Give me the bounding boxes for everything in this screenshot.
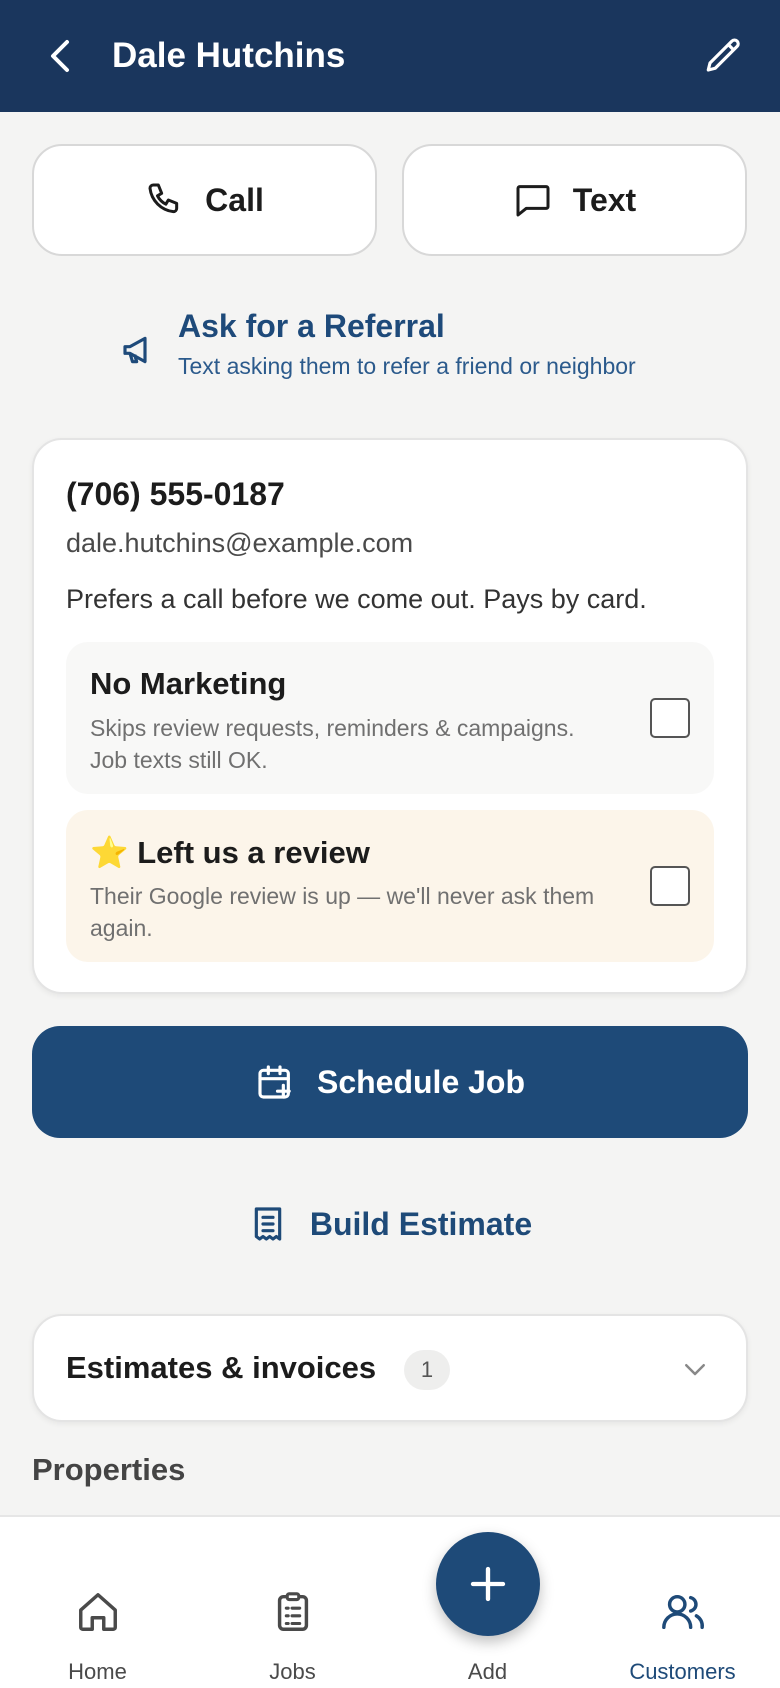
megaphone-icon <box>123 336 147 364</box>
tab-customers[interactable]: Customers <box>585 1517 780 1688</box>
chevron-down-icon <box>685 1364 705 1376</box>
clipboard-list-icon <box>277 1592 308 1631</box>
referral-title: Ask for a Referral <box>178 308 445 344</box>
build-estimate-button[interactable]: Build Estimate <box>0 1184 780 1264</box>
text-button[interactable]: Text <box>402 144 747 256</box>
contact-card: (706) 555-0187 dale.hutchins@example.com… <box>32 438 748 994</box>
chevron-left-icon <box>51 40 69 72</box>
no-marketing-option[interactable]: No Marketing Skips review requests, remi… <box>66 642 714 794</box>
bottom-tab-bar: Home Jobs Add Customers <box>0 1515 780 1688</box>
email-address[interactable]: dale.hutchins@example.com <box>66 528 413 559</box>
no-marketing-title: No Marketing <box>90 666 287 701</box>
tab-customers-label: Customers <box>629 1659 736 1684</box>
schedule-job-label: Schedule Job <box>316 1063 526 1100</box>
tab-jobs[interactable]: Jobs <box>195 1517 390 1688</box>
estimates-invoices-title: Estimates & invoices <box>66 1350 377 1385</box>
estimates-invoices-accordion[interactable]: Estimates & invoices 1 <box>32 1314 748 1422</box>
pencil-icon <box>706 38 740 72</box>
properties-heading: Properties <box>32 1452 186 1487</box>
edit-button[interactable] <box>700 32 748 80</box>
home-icon <box>78 1593 117 1631</box>
page-title: Dale Hutchins <box>112 36 346 75</box>
calendar-plus-icon <box>258 1065 291 1099</box>
tab-jobs-label: Jobs <box>269 1659 316 1684</box>
call-label: Call <box>205 181 264 218</box>
tab-home-label: Home <box>68 1659 127 1684</box>
users-icon <box>661 1594 704 1630</box>
back-button[interactable] <box>40 32 80 80</box>
left-review-title: ⭐ Left us a review <box>90 835 370 870</box>
phone-number[interactable]: (706) 555-0187 <box>66 476 285 513</box>
phone-icon <box>148 183 179 214</box>
left-review-option[interactable]: ⭐ Left us a review Their Google review i… <box>66 810 714 962</box>
tab-add-label: Add <box>467 1659 508 1684</box>
left-review-checkbox[interactable] <box>650 866 690 906</box>
app-bar: Dale Hutchins <box>0 0 780 112</box>
receipt-icon <box>254 1207 282 1241</box>
schedule-job-button[interactable]: Schedule Job <box>32 1026 748 1138</box>
text-label: Text <box>572 181 637 218</box>
plus-icon <box>470 1566 506 1602</box>
count-badge: 1 <box>404 1350 450 1390</box>
call-button[interactable]: Call <box>32 144 377 256</box>
add-fab-button[interactable] <box>436 1532 540 1636</box>
message-icon <box>516 185 550 217</box>
no-marketing-checkbox[interactable] <box>650 698 690 738</box>
build-estimate-label: Build Estimate <box>309 1205 533 1242</box>
referral-subtitle: Text asking them to refer a friend or ne… <box>178 353 636 379</box>
customer-note: Prefers a call before we come out. Pays … <box>66 584 647 614</box>
tab-home[interactable]: Home <box>0 1517 195 1688</box>
no-marketing-description: Skips review requests, reminders & campa… <box>90 715 575 773</box>
left-review-description: Their Google review is up — we'll never … <box>90 883 595 941</box>
ask-referral-link[interactable]: Ask for a Referral Text asking them to r… <box>120 308 636 380</box>
